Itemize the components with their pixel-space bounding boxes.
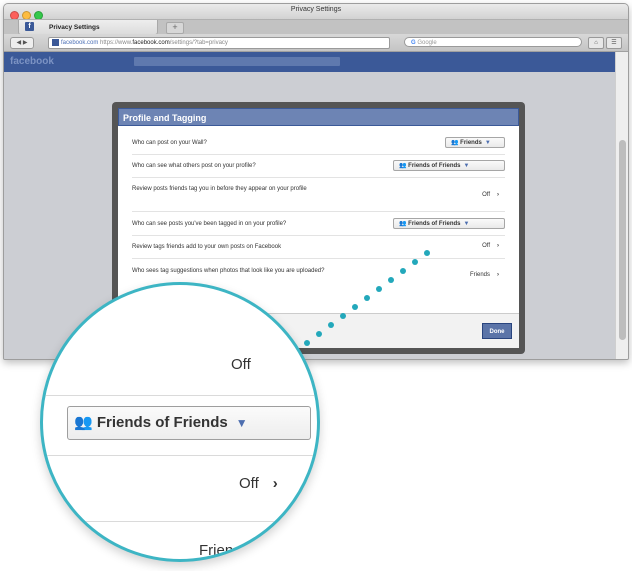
- callout-dot: [328, 322, 334, 328]
- callout-dot: [352, 304, 358, 310]
- zoom-magnifier: Off 👥 Friends of Friends ▼ Off › Frien: [40, 282, 320, 562]
- magnified-selector-value: Friends of Friends: [96, 414, 228, 431]
- callout-dot: [388, 277, 394, 283]
- chevron-right-icon: ›: [272, 475, 278, 492]
- friends-of-friends-icon: 👥: [74, 414, 93, 431]
- magnified-friends-value: Frien: [199, 542, 234, 559]
- callout-dot: [424, 250, 430, 256]
- callout-dot: [376, 286, 382, 292]
- magnified-audience-selector[interactable]: 👥 Friends of Friends ▼: [67, 406, 311, 440]
- magnified-toggle[interactable]: Off ›: [239, 475, 278, 492]
- callout-dot: [304, 340, 310, 346]
- chevron-down-icon: ▼: [235, 416, 248, 430]
- magnified-off-value: Off: [231, 356, 251, 373]
- callout-dot: [340, 313, 346, 319]
- divider: [43, 521, 317, 522]
- divider: [43, 395, 317, 396]
- callout-dot: [364, 295, 370, 301]
- callout-dot: [316, 331, 322, 337]
- callout-dot: [400, 268, 406, 274]
- divider: [43, 455, 317, 456]
- callout-dot: [412, 259, 418, 265]
- magnified-off-value: Off: [239, 475, 259, 492]
